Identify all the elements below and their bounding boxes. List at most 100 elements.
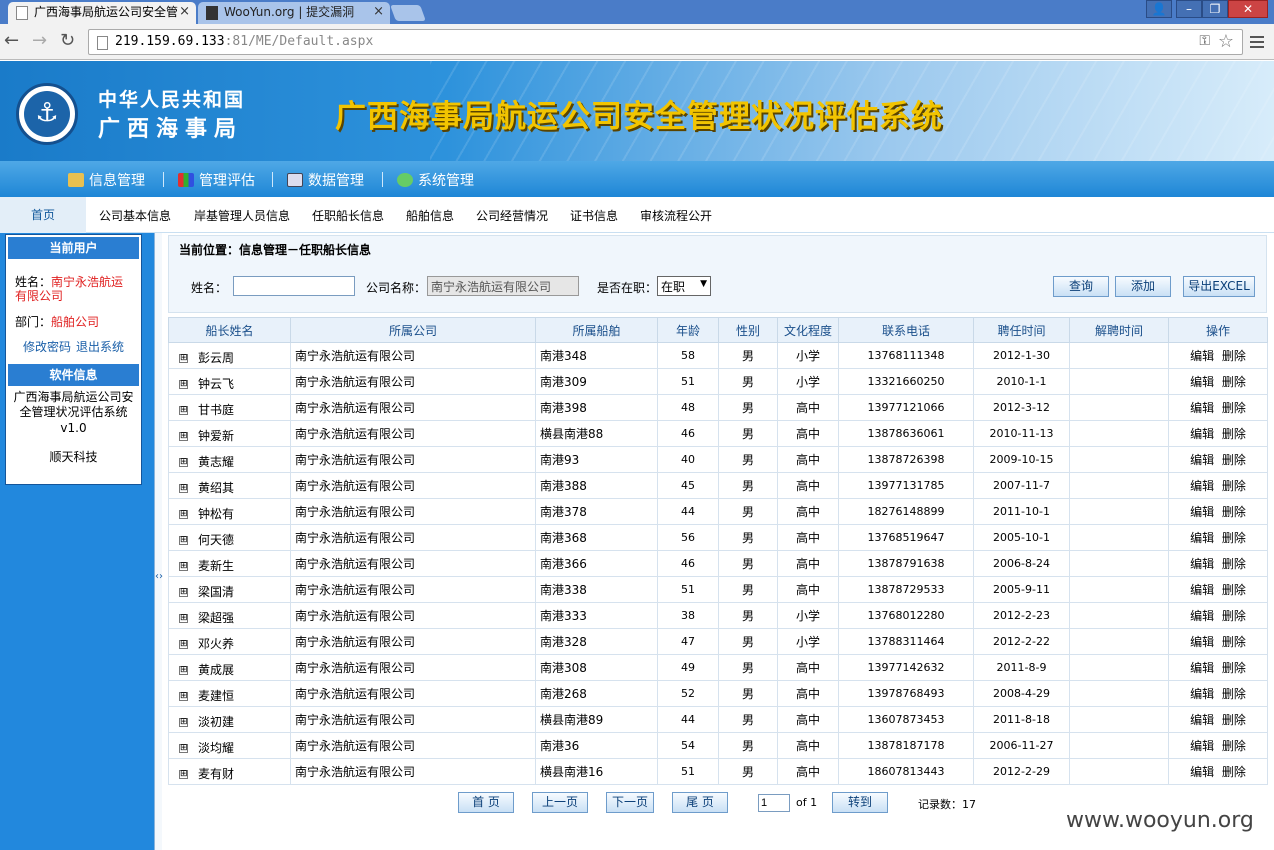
delete-link[interactable]: 删除 bbox=[1222, 401, 1246, 415]
minimize-icon[interactable]: – bbox=[1176, 0, 1202, 18]
sub-nav-certificates[interactable]: 证书信息 bbox=[570, 207, 618, 224]
edit-link[interactable]: 编辑 bbox=[1190, 479, 1214, 493]
delete-link[interactable]: 删除 bbox=[1222, 661, 1246, 675]
tab-close-icon[interactable]: × bbox=[373, 2, 384, 22]
employed-select[interactable]: 在职 ▼ bbox=[657, 276, 711, 296]
actions-cell: 编辑 删除 bbox=[1168, 342, 1268, 369]
edit-link[interactable]: 编辑 bbox=[1190, 531, 1214, 545]
prev-page-button[interactable]: 上一页 bbox=[532, 792, 588, 813]
bookmark-star-icon[interactable]: ☆ bbox=[1218, 31, 1234, 52]
main-nav-data[interactable]: 数据管理 bbox=[287, 170, 364, 190]
delete-link[interactable]: 删除 bbox=[1222, 635, 1246, 649]
edit-link[interactable]: 编辑 bbox=[1190, 401, 1214, 415]
edit-link[interactable]: 编辑 bbox=[1190, 375, 1214, 389]
expand-icon[interactable]: ⊞ bbox=[179, 640, 188, 649]
main-nav-info[interactable]: 信息管理 bbox=[68, 170, 145, 190]
window-close-icon[interactable]: ✕ bbox=[1228, 0, 1268, 18]
tab-close-icon[interactable]: × bbox=[179, 2, 190, 22]
edit-link[interactable]: 编辑 bbox=[1190, 427, 1214, 441]
expand-icon[interactable]: ⊞ bbox=[179, 744, 188, 753]
first-page-button[interactable]: 首 页 bbox=[458, 792, 514, 813]
main-nav-system[interactable]: 系统管理 bbox=[397, 170, 474, 190]
home-link[interactable]: 首页 bbox=[0, 197, 86, 233]
edit-link[interactable]: 编辑 bbox=[1190, 453, 1214, 467]
edit-link[interactable]: 编辑 bbox=[1190, 739, 1214, 753]
delete-link[interactable]: 删除 bbox=[1222, 739, 1246, 753]
add-button[interactable]: 添加 bbox=[1115, 276, 1171, 297]
delete-link[interactable]: 删除 bbox=[1222, 479, 1246, 493]
browser-menu-icon[interactable] bbox=[1250, 36, 1264, 51]
edit-link[interactable]: 编辑 bbox=[1190, 505, 1214, 519]
user-profile-icon[interactable]: 👤 bbox=[1146, 0, 1172, 18]
query-button[interactable]: 查询 bbox=[1053, 276, 1109, 297]
maximize-icon[interactable]: ❐ bbox=[1202, 0, 1228, 18]
edit-link[interactable]: 编辑 bbox=[1190, 765, 1214, 779]
education-cell: 小学 bbox=[777, 628, 839, 655]
edit-link[interactable]: 编辑 bbox=[1190, 713, 1214, 727]
key-icon[interactable]: ⚿ bbox=[1199, 33, 1210, 49]
expand-icon[interactable]: ⊞ bbox=[179, 406, 188, 415]
last-page-button[interactable]: 尾 页 bbox=[672, 792, 728, 813]
delete-link[interactable]: 删除 bbox=[1222, 531, 1246, 545]
delete-link[interactable]: 删除 bbox=[1222, 453, 1246, 467]
sub-nav-ships[interactable]: 船舶信息 bbox=[406, 207, 454, 224]
logout-link[interactable]: 退出系统 bbox=[76, 338, 124, 355]
sub-nav-audit-process[interactable]: 审核流程公开 bbox=[640, 207, 712, 224]
delete-link[interactable]: 删除 bbox=[1222, 375, 1246, 389]
change-password-link[interactable]: 修改密码 bbox=[23, 338, 71, 355]
collapse-arrow-icon[interactable]: ‹› bbox=[155, 571, 163, 582]
delete-link[interactable]: 删除 bbox=[1222, 713, 1246, 727]
delete-link[interactable]: 删除 bbox=[1222, 557, 1246, 571]
main-nav-evaluation[interactable]: 管理评估 bbox=[178, 170, 255, 190]
edit-link[interactable]: 编辑 bbox=[1190, 557, 1214, 571]
new-tab-button[interactable] bbox=[390, 5, 426, 21]
delete-link[interactable]: 删除 bbox=[1222, 609, 1246, 623]
edit-link[interactable]: 编辑 bbox=[1190, 349, 1214, 363]
edit-link[interactable]: 编辑 bbox=[1190, 661, 1214, 675]
address-bar[interactable]: 219.159.69.133:81/ME/Default.aspx ⚿ ☆ bbox=[88, 29, 1243, 55]
delete-link[interactable]: 删除 bbox=[1222, 349, 1246, 363]
expand-icon[interactable]: ⊞ bbox=[179, 614, 188, 623]
expand-icon[interactable]: ⊞ bbox=[179, 458, 188, 467]
delete-link[interactable]: 删除 bbox=[1222, 765, 1246, 779]
next-page-button[interactable]: 下一页 bbox=[606, 792, 654, 813]
name-filter-input[interactable] bbox=[233, 276, 355, 296]
back-arrow-icon[interactable]: ← bbox=[4, 31, 19, 51]
go-page-button[interactable]: 转到 bbox=[832, 792, 888, 813]
address-url[interactable]: 219.159.69.133:81/ME/Default.aspx bbox=[115, 34, 373, 49]
expand-icon[interactable]: ⊞ bbox=[179, 354, 188, 363]
reload-icon[interactable]: ↻ bbox=[60, 31, 75, 51]
expand-icon[interactable]: ⊞ bbox=[179, 692, 188, 701]
edit-link[interactable]: 编辑 bbox=[1190, 635, 1214, 649]
browser-tab-active[interactable]: 广西海事局航运公司安全管 × bbox=[8, 2, 196, 24]
delete-link[interactable]: 删除 bbox=[1222, 505, 1246, 519]
sub-nav-shore-staff[interactable]: 岸基管理人员信息 bbox=[194, 207, 290, 224]
expand-icon[interactable]: ⊞ bbox=[179, 562, 188, 571]
edit-link[interactable]: 编辑 bbox=[1190, 583, 1214, 597]
sub-nav-company-info[interactable]: 公司基本信息 bbox=[99, 207, 171, 224]
expand-icon[interactable]: ⊞ bbox=[179, 432, 188, 441]
expand-icon[interactable]: ⊞ bbox=[179, 536, 188, 545]
sub-nav-captains[interactable]: 任职船长信息 bbox=[312, 207, 384, 224]
expand-icon[interactable]: ⊞ bbox=[179, 380, 188, 389]
delete-link[interactable]: 删除 bbox=[1222, 427, 1246, 441]
expand-icon[interactable]: ⊞ bbox=[179, 770, 188, 779]
expand-icon[interactable]: ⊞ bbox=[179, 510, 188, 519]
delete-link[interactable]: 删除 bbox=[1222, 583, 1246, 597]
edit-link[interactable]: 编辑 bbox=[1190, 687, 1214, 701]
software-version: v1.0 bbox=[60, 421, 87, 435]
forward-arrow-icon[interactable]: → bbox=[32, 31, 47, 51]
delete-link[interactable]: 删除 bbox=[1222, 687, 1246, 701]
export-excel-button[interactable]: 导出EXCEL bbox=[1183, 276, 1255, 297]
expand-icon[interactable]: ⊞ bbox=[179, 666, 188, 675]
expand-icon[interactable]: ⊞ bbox=[179, 484, 188, 493]
site-banner: ⚓ 中华人民共和国 广西海事局 广西海事局航运公司安全管理状况评估系统 bbox=[0, 61, 1274, 161]
expand-icon[interactable]: ⊞ bbox=[179, 588, 188, 597]
page-number-input[interactable] bbox=[758, 794, 790, 812]
sidebar-splitter[interactable]: ‹› bbox=[154, 233, 163, 850]
company-filter-input[interactable] bbox=[427, 276, 579, 296]
expand-icon[interactable]: ⊞ bbox=[179, 718, 188, 727]
sub-nav-operations[interactable]: 公司经营情况 bbox=[476, 207, 548, 224]
browser-tab-wooyun[interactable]: WooYun.org | 提交漏洞 × bbox=[198, 2, 390, 24]
edit-link[interactable]: 编辑 bbox=[1190, 609, 1214, 623]
